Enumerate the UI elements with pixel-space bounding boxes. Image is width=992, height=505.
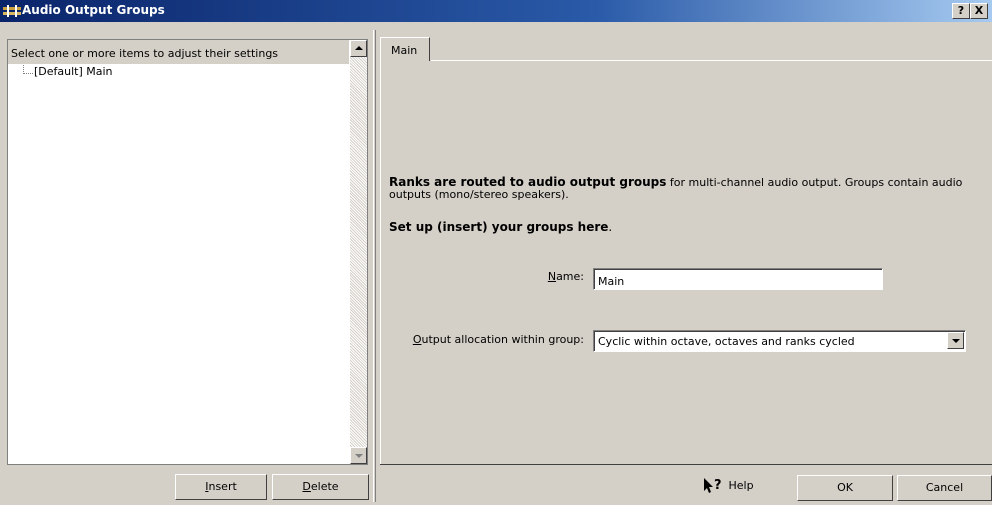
setup-rest: . [608, 220, 613, 234]
tab-panel-bottom-edge [380, 464, 992, 465]
arrow-up-icon [355, 46, 363, 50]
scroll-up-button[interactable] [350, 40, 367, 57]
ok-label: OK [837, 481, 853, 494]
allocation-select[interactable]: Cyclic within octave, octaves and ranks … [593, 330, 966, 352]
ok-button[interactable]: OK [797, 475, 893, 501]
panel-splitter[interactable] [373, 30, 376, 502]
name-label-rest: ame: [556, 270, 584, 283]
intro-bold: Ranks are routed to audio output groups [389, 175, 667, 189]
window-title: Audio Output Groups [22, 3, 165, 17]
tree-header: Select one or more items to adjust their… [8, 40, 349, 65]
allocation-dropdown-button[interactable] [947, 332, 964, 349]
tab-main[interactable]: Main [380, 37, 430, 61]
setup-text: Set up (insert) your groups here. [389, 220, 612, 234]
setup-bold: Set up (insert) your groups here [389, 220, 609, 234]
insert-button[interactable]: Insert [175, 474, 267, 500]
tree-item-default-main[interactable]: [Default] Main [34, 65, 113, 78]
tab-panel-left-edge [380, 61, 381, 464]
arrow-down-icon [355, 454, 363, 458]
delete-mnemonic: D [302, 480, 311, 493]
name-field[interactable]: Main [593, 268, 883, 290]
chevron-down-icon [952, 339, 960, 343]
allocation-value: Cyclic within octave, octaves and ranks … [598, 335, 855, 348]
context-help-button[interactable]: ? [952, 3, 970, 19]
tab-main-label: Main [391, 44, 418, 57]
svg-text:?: ? [714, 478, 722, 493]
help-label: Help [728, 479, 754, 492]
tree-connector [23, 65, 33, 74]
cancel-label: Cancel [925, 481, 964, 494]
help-pointer-icon: ? [704, 478, 722, 493]
scroll-down-button[interactable] [350, 447, 367, 464]
name-label: Name: [520, 270, 584, 283]
tree-header-text: Select one or more items to adjust their… [11, 47, 279, 60]
insert-label: nsert [208, 480, 237, 493]
allocation-label: Output allocation within group: [400, 333, 584, 346]
tab-panel-top-edge [431, 60, 992, 61]
group-tree[interactable]: Select one or more items to adjust their… [7, 39, 368, 465]
name-mnemonic: N [547, 270, 557, 283]
tree-scrollbar[interactable] [350, 40, 367, 464]
organ-pipes-icon [3, 5, 21, 17]
close-button[interactable]: X [970, 3, 988, 19]
intro-text: Ranks are routed to audio output groups … [389, 176, 969, 201]
delete-label: elete [310, 480, 339, 493]
delete-button[interactable]: Delete [272, 474, 369, 500]
name-value: Main [598, 275, 625, 288]
help-button[interactable]: ? Help [703, 477, 754, 495]
allocation-label-rest: utput allocation within group: [421, 333, 584, 346]
title-bar[interactable]: Audio Output Groups ? X [0, 0, 992, 22]
cancel-button[interactable]: Cancel [897, 475, 992, 501]
